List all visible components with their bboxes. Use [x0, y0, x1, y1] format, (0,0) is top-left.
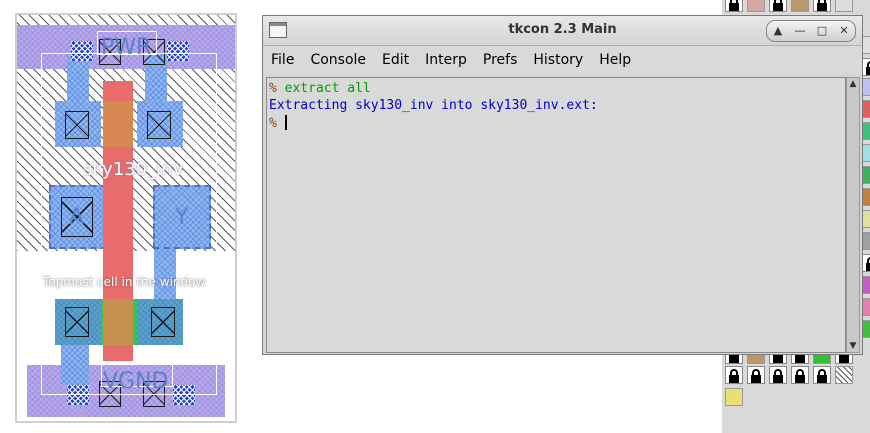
console-prompt: % — [269, 81, 277, 96]
lock-icon[interactable] — [725, 0, 743, 12]
menu-help[interactable]: Help — [597, 50, 633, 70]
layout-canvas[interactable]: PWR sky130_inv A Y Topmost cell in the w… — [0, 0, 263, 433]
lock-icon[interactable] — [747, 366, 765, 384]
layer-tile[interactable] — [862, 232, 870, 250]
menu-file[interactable]: File — [269, 50, 296, 70]
menu-bar: File Console Edit Interp Prefs History H… — [263, 46, 862, 74]
scroll-down-icon[interactable]: ▼ — [848, 341, 858, 351]
layer-tile[interactable] — [862, 122, 870, 140]
layer-tile[interactable] — [747, 0, 765, 12]
close-button[interactable]: ✕ — [835, 22, 853, 40]
top-cell-label: Topmost cell in the window — [43, 275, 206, 289]
layer-tile[interactable] — [862, 188, 870, 206]
layer-tile[interactable] — [725, 388, 743, 406]
pin-label-y: Y — [175, 205, 189, 230]
layer-tile[interactable] — [862, 276, 870, 294]
console-input-line[interactable]: % — [269, 115, 843, 132]
layer-tile[interactable] — [862, 166, 870, 184]
layer-tile[interactable] — [835, 366, 853, 384]
layer-tile[interactable] — [835, 0, 853, 12]
pin-label-pwr: PWR — [101, 35, 152, 60]
layout-frame: PWR sky130_inv A Y Topmost cell in the w… — [15, 13, 237, 423]
menu-edit[interactable]: Edit — [380, 50, 411, 70]
pin-label-a: A — [69, 205, 85, 230]
scroll-up-icon[interactable]: ▲ — [848, 79, 858, 89]
layer-tile[interactable] — [862, 298, 870, 316]
window-controls: ▲ — □ ✕ — [766, 20, 856, 42]
layer-tile[interactable] — [862, 36, 870, 54]
lock-icon[interactable] — [862, 254, 870, 272]
layer-tile[interactable] — [862, 100, 870, 118]
menu-console[interactable]: Console — [308, 50, 368, 70]
menu-history[interactable]: History — [531, 50, 585, 70]
title-bar[interactable]: tkcon 2.3 Main ▲ — □ ✕ — [263, 16, 862, 46]
layer-tile[interactable] — [791, 0, 809, 12]
console-prompt: % — [269, 116, 277, 131]
layer-tile[interactable] — [862, 320, 870, 338]
layer-tile[interactable] — [862, 144, 870, 162]
shade-button[interactable]: ▲ — [769, 22, 787, 40]
lock-icon[interactable] — [813, 0, 831, 12]
minimize-button[interactable]: — — [791, 22, 809, 40]
cell-name-label: sky130_inv — [83, 159, 184, 180]
text-cursor — [284, 115, 287, 130]
menu-interp[interactable]: Interp — [423, 50, 469, 70]
lock-icon[interactable] — [813, 366, 831, 384]
console-output: Extracting sky130_inv into sky130_inv.ex… — [269, 98, 598, 113]
layer-tile[interactable] — [862, 210, 870, 228]
console-line: % extract all — [269, 81, 843, 98]
lock-icon[interactable] — [769, 366, 787, 384]
maximize-button[interactable]: □ — [813, 22, 831, 40]
tkcon-window[interactable]: tkcon 2.3 Main ▲ — □ ✕ File Console Edit… — [262, 15, 863, 355]
menu-prefs[interactable]: Prefs — [481, 50, 519, 70]
console-scrollbar[interactable]: ▲ ▼ — [846, 77, 860, 353]
lock-icon[interactable] — [725, 366, 743, 384]
layer-tile[interactable] — [862, 78, 870, 96]
lock-icon[interactable] — [862, 58, 870, 76]
cell-bounding-box — [41, 53, 217, 395]
console-text-area[interactable]: % extract all Extracting sky130_inv into… — [266, 77, 846, 353]
lock-icon[interactable] — [769, 0, 787, 12]
console-command: extract all — [284, 81, 371, 96]
pin-label-vgnd: VGND — [103, 369, 169, 394]
lock-icon[interactable] — [791, 366, 809, 384]
